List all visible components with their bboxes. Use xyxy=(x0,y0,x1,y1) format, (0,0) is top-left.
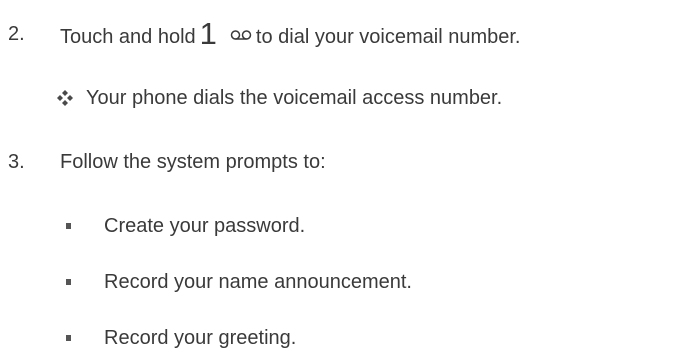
step-text: Touch and hold 1 to dial your voicemail nu… xyxy=(60,16,521,51)
step-text: Follow the system prompts to: xyxy=(60,151,326,173)
step-number: 3. xyxy=(8,151,25,173)
step-text-before: Touch and hold xyxy=(60,26,196,48)
voicemail-icon xyxy=(230,30,252,40)
diamond-bullet-icon xyxy=(57,90,73,106)
step-text-after: to dial your voicemail number. xyxy=(255,26,521,48)
square-bullet-icon xyxy=(66,223,71,229)
result-text: Your phone dials the voicemail access nu… xyxy=(86,87,503,109)
list-item-text: Record your name announcement. xyxy=(104,271,412,293)
list-item-text: Record your greeting. xyxy=(104,327,297,349)
square-bullet-icon xyxy=(66,279,71,285)
key-digit: 1 xyxy=(199,16,217,51)
list-item-text: Create your password. xyxy=(104,215,306,237)
step-number: 2. xyxy=(8,23,25,45)
square-bullet-icon xyxy=(66,335,71,341)
